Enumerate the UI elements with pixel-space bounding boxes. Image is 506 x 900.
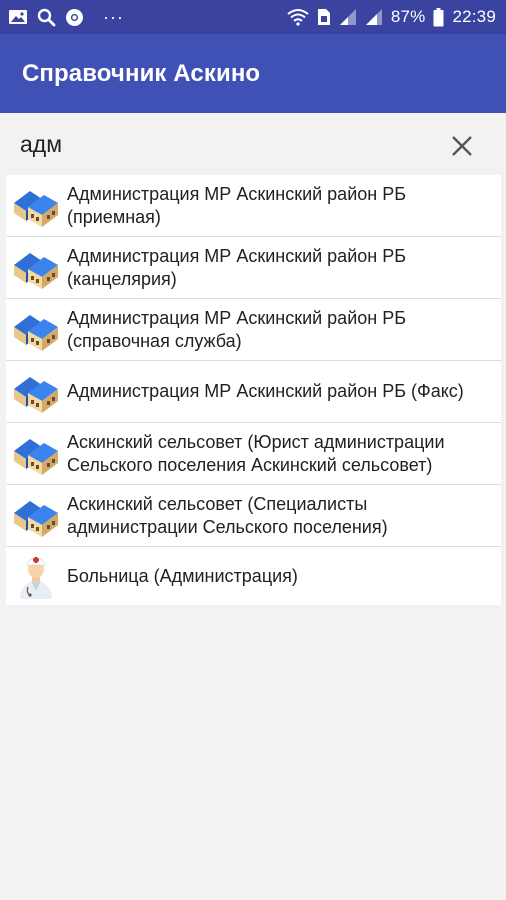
sim-icon xyxy=(317,8,331,26)
battery-icon xyxy=(433,7,444,27)
app-bar: Справочник Аскино xyxy=(0,34,506,113)
building-icon xyxy=(12,183,60,229)
clear-search-button[interactable] xyxy=(442,126,482,166)
search-bar xyxy=(0,113,506,175)
list-item-text: Администрация МР Аскинский район РБ (спр… xyxy=(67,307,407,351)
doctor-icon xyxy=(12,553,60,599)
list-item-text: Администрация МР Аскинский район РБ (при… xyxy=(67,183,407,227)
building-icon xyxy=(12,369,60,415)
list-item-text: Администрация МР Аскинский район РБ (кан… xyxy=(67,245,407,289)
list-item-text: Аскинский сельсовет (Специалисты админис… xyxy=(67,493,388,537)
wifi-icon xyxy=(287,8,309,26)
list-item[interactable]: Администрация МР Аскинский район РБ (при… xyxy=(6,175,501,237)
building-icon xyxy=(12,431,60,477)
building-icon xyxy=(12,307,60,353)
results-list: Администрация МР Аскинский район РБ (при… xyxy=(6,175,501,605)
building-icon xyxy=(12,245,60,291)
app-title: Справочник Аскино xyxy=(22,59,261,87)
status-left-icons: ··· xyxy=(8,7,124,28)
battery-percent: 87% xyxy=(390,7,426,26)
status-right-icons: 87% 22:39 xyxy=(287,7,496,27)
chrome-icon xyxy=(65,8,84,27)
more-notifications-icon: ··· xyxy=(103,6,124,27)
list-item-text: Администрация МР Аскинский район РБ (Фак… xyxy=(67,381,464,401)
building-icon xyxy=(12,493,60,539)
list-item[interactable]: Администрация МР Аскинский район РБ (Фак… xyxy=(6,361,501,423)
list-item[interactable]: Аскинский сельсовет (Юрист администрации… xyxy=(6,423,501,485)
clock: 22:39 xyxy=(452,7,496,26)
search-input[interactable] xyxy=(20,127,400,161)
list-item[interactable]: Администрация МР Аскинский район РБ (кан… xyxy=(6,237,501,299)
list-item[interactable]: Администрация МР Аскинский район РБ (спр… xyxy=(6,299,501,361)
list-item-text: Аскинский сельсовет (Юрист администрации… xyxy=(67,431,445,475)
list-item-text: Больница (Администрация) xyxy=(67,565,298,586)
list-item[interactable]: Аскинский сельсовет (Специалисты админис… xyxy=(6,485,501,547)
status-bar: ··· 87% 22:39 xyxy=(0,0,506,34)
list-item[interactable]: Больница (Администрация) xyxy=(6,547,501,605)
search-icon xyxy=(37,8,56,27)
signal-icon-2 xyxy=(365,8,383,26)
gallery-icon xyxy=(8,8,28,26)
close-icon xyxy=(452,136,472,156)
signal-icon-1 xyxy=(339,8,357,26)
